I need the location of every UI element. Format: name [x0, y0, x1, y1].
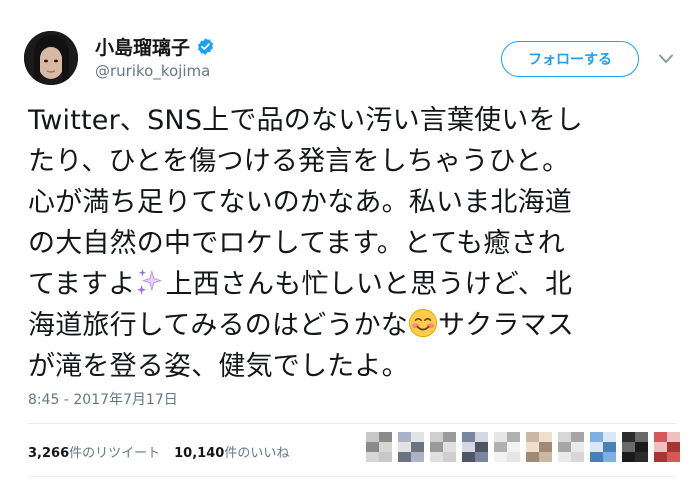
tweet-header: 小島瑠璃子 @ruriko_kojima フォローする	[0, 0, 700, 100]
tweet-line-segment: 上西さんも忙しいと思うけど、北	[165, 269, 573, 300]
liker-avatar[interactable]	[526, 432, 552, 462]
tweet-line: が滝を登る姿、健気でしたよ。	[28, 351, 409, 382]
liker-avatar[interactable]	[462, 432, 488, 462]
tweet-line-segment: サクラマス	[438, 310, 574, 341]
verified-badge-icon	[196, 37, 215, 56]
retweet-label: 件のリツイート	[69, 446, 161, 461]
retweet-count: 3,266	[28, 446, 70, 461]
user-handle[interactable]: @ruriko_kojima	[95, 62, 210, 80]
user-avatar[interactable]	[24, 31, 78, 85]
tweet-line: 海道旅行してみるのはどうかな サクラマス	[28, 305, 688, 346]
liker-avatar[interactable]	[494, 432, 520, 462]
like-stat[interactable]: 10,140件のいいね	[174, 442, 289, 461]
tweet-text: Twitter、SNS上で品のない汚い言葉使いをし たり、ひとを傷つける発言をしち…	[28, 100, 688, 387]
tweet-line: 心が満ち足りてないのかなあ。私いま北海道	[28, 187, 572, 218]
divider	[28, 476, 676, 477]
divider	[28, 423, 676, 424]
liker-avatars	[366, 432, 686, 462]
liker-avatar[interactable]	[558, 432, 584, 462]
liker-avatar[interactable]	[590, 432, 616, 462]
avatar-image	[24, 31, 78, 85]
blushing-face-icon	[408, 308, 438, 338]
sparkles-icon	[135, 267, 165, 297]
liker-avatar[interactable]	[430, 432, 456, 462]
tweet-line: てますよ 上西さんも忙しいと思うけど、北	[28, 264, 688, 305]
liker-avatar[interactable]	[654, 432, 680, 462]
liker-avatar[interactable]	[622, 432, 648, 462]
tweet-timestamp[interactable]: 8:45 - 2017年7月17日	[28, 389, 178, 409]
retweet-stat[interactable]: 3,266件のリツイート	[28, 442, 160, 461]
like-count: 10,140	[174, 446, 225, 461]
follow-button[interactable]: フォローする	[501, 41, 639, 77]
liker-avatar[interactable]	[366, 432, 392, 462]
tweet-line-segment: 海道旅行してみるのはどうかな	[28, 310, 408, 341]
like-label: 件のいいね	[224, 446, 290, 461]
tweet-line: Twitter、SNS上で品のない汚い言葉使いをし	[28, 105, 583, 136]
tweet-line: たり、ひとを傷つける発言をしちゃうひと。	[28, 146, 570, 177]
tweet-stats: 3,266件のリツイート 10,140件のいいね	[28, 442, 303, 461]
chevron-down-icon[interactable]	[659, 54, 673, 64]
tweet-line: の大自然の中でロケしてます。とても癒され	[28, 228, 565, 259]
display-name[interactable]: 小島瑠璃子	[95, 33, 190, 60]
liker-avatar[interactable]	[398, 432, 424, 462]
name-row: 小島瑠璃子	[95, 33, 215, 60]
tweet-line-segment: てますよ	[28, 269, 136, 300]
